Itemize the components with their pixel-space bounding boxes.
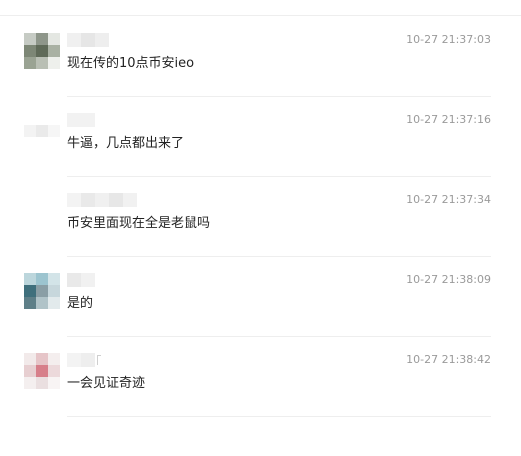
comment-timestamp: 10-27 21:37:34: [406, 193, 491, 206]
username[interactable]: [67, 33, 197, 47]
comment-timestamp: 10-27 21:38:09: [406, 273, 491, 286]
comment-item: 10-27 21:37:03 现在传的10点币安ieo: [0, 16, 521, 97]
comment-text: 牛逼，几点都出来了: [67, 136, 185, 151]
comment-item: 10-27 21:37:34 币安里面现在全是老鼠吗: [0, 176, 521, 257]
avatar[interactable]: [24, 33, 60, 69]
username[interactable]: [67, 273, 197, 287]
username[interactable]: [67, 193, 197, 207]
avatar[interactable]: [24, 353, 60, 389]
avatar[interactable]: [24, 273, 60, 309]
comment-text: 币安里面现在全是老鼠吗: [67, 216, 211, 231]
comment-divider: [67, 416, 491, 417]
comment-text: 现在传的10点币安ieo: [67, 56, 195, 71]
comment-item: 10-27 21:38:09 是的: [0, 256, 521, 337]
username[interactable]: [67, 353, 197, 367]
comment-item: 10-27 21:37:16 牛逼，几点都出来了: [0, 96, 521, 177]
comment-text: 是的: [67, 296, 94, 311]
comment-timestamp: 10-27 21:37:03: [406, 33, 491, 46]
comment-item: 10-27 21:38:42 一会见证奇迹: [0, 336, 521, 417]
comment-timestamp: 10-27 21:37:16: [406, 113, 491, 126]
comment-timestamp: 10-27 21:38:42: [406, 353, 491, 366]
username[interactable]: [67, 113, 197, 127]
avatar[interactable]: [24, 113, 60, 149]
comment-text: 一会见证奇迹: [67, 376, 146, 391]
